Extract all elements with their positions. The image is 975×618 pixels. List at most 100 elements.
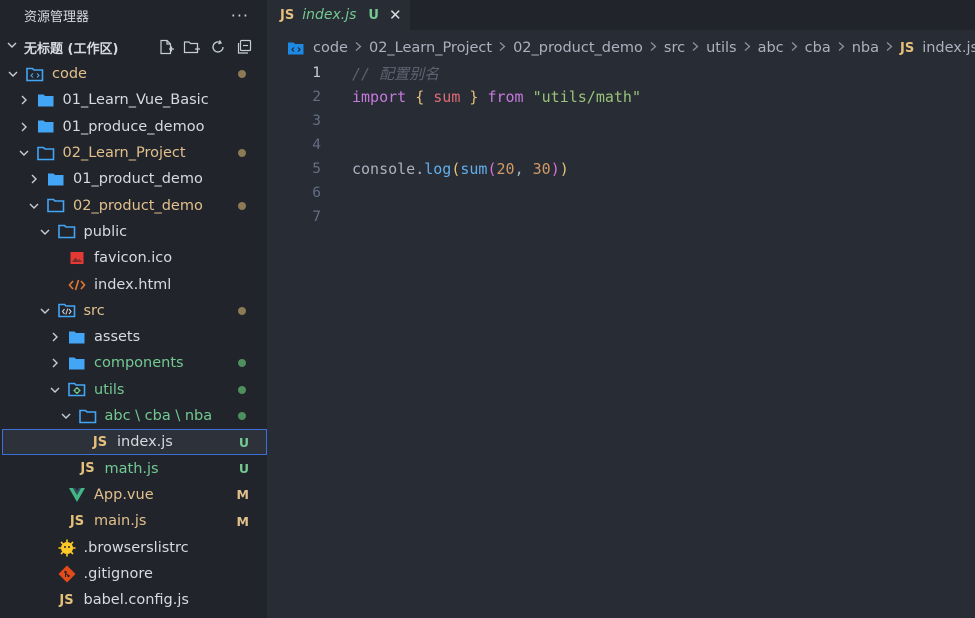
code-token: "utils/math" — [532, 88, 641, 106]
code-token: console — [352, 160, 416, 178]
tree-item[interactable]: 02_Learn_Project — [0, 140, 267, 166]
tree-item[interactable]: JS math.js U — [0, 456, 267, 482]
chevron-down-icon[interactable] — [59, 409, 73, 423]
code-token: import — [352, 88, 407, 106]
tree-item[interactable]: components — [0, 350, 267, 376]
code-line[interactable]: 2 import { sum } from "utils/math" — [267, 85, 975, 109]
folder-src-icon — [57, 303, 76, 319]
vue-file-icon — [68, 487, 86, 503]
tree-item[interactable]: 01_Learn_Vue_Basic — [0, 87, 267, 113]
tree-item[interactable]: .gitignore — [0, 561, 267, 587]
tree-item[interactable]: public — [0, 219, 267, 245]
tree-item[interactable]: JS index.js U — [2, 429, 267, 456]
breadcrumb-item[interactable]: cba — [805, 40, 831, 56]
code-text: // 配置别名 — [321, 63, 439, 84]
line-number: 3 — [312, 113, 321, 129]
tab-index-js[interactable]: JS index.js U ✕ — [267, 0, 410, 30]
tree-item-label: index.html — [94, 276, 172, 293]
breadcrumb-item[interactable]: JS index.js — [900, 40, 975, 56]
line-number: 6 — [312, 185, 321, 201]
tree-item[interactable]: JS main.js M — [0, 508, 267, 534]
image-file-icon — [68, 250, 86, 266]
breadcrumb-item[interactable]: utils — [706, 40, 737, 56]
tree-item[interactable]: utils — [0, 377, 267, 403]
workspace-row[interactable]: 无标题 (工作区) — [0, 30, 267, 64]
tree-item-label: .browserslistrc — [83, 539, 189, 556]
refresh-icon[interactable] — [209, 38, 227, 56]
status-dot — [238, 306, 246, 315]
tree-item[interactable]: favicon.ico — [0, 245, 267, 271]
tree-item-label: favicon.ico — [94, 250, 173, 267]
tree-item-label: components — [94, 355, 184, 372]
chevron-right-icon[interactable] — [27, 172, 41, 186]
breadcrumb-item[interactable]: 02_Learn_Project — [369, 40, 492, 56]
code-token: ( — [487, 160, 497, 178]
tree-item[interactable]: .browserslistrc — [0, 534, 267, 560]
code-line[interactable]: 1 // 配置别名 — [267, 61, 975, 85]
chevron-down-icon[interactable] — [17, 146, 31, 160]
chevron-down-icon[interactable] — [38, 304, 52, 318]
breadcrumb-label: 02_product_demo — [513, 40, 643, 56]
chevron-down-icon[interactable] — [48, 383, 62, 397]
code-token: sum — [460, 160, 488, 178]
code-line[interactable]: 6 — [267, 181, 975, 205]
new-file-icon[interactable] — [157, 38, 175, 56]
folder-src-icon — [287, 41, 305, 56]
tree-item[interactable]: abc \ cba \ nba — [0, 403, 267, 429]
breadcrumb-item[interactable]: code — [287, 40, 348, 56]
chevron-down-icon[interactable] — [6, 67, 20, 81]
code-line[interactable]: 3 — [267, 109, 975, 133]
tree-item-label: math.js — [104, 460, 159, 477]
tree-item-label: 02_product_demo — [73, 197, 203, 214]
collapse-all-icon[interactable] — [235, 38, 253, 56]
chevron-down-icon[interactable] — [27, 199, 41, 213]
chevron-right-icon[interactable] — [17, 93, 31, 107]
tree-item-label: 01_Learn_Vue_Basic — [62, 92, 209, 109]
new-folder-icon[interactable] — [183, 38, 201, 56]
chevron-right-icon[interactable] — [48, 330, 62, 344]
code-line[interactable]: 5 console.log(sum(20, 30)) — [267, 157, 975, 181]
js-file-icon: JS — [69, 513, 85, 529]
chevron-right-icon[interactable] — [17, 120, 31, 134]
js-file-icon: JS — [899, 40, 915, 56]
chevron-down-icon[interactable] — [38, 225, 52, 239]
tree-item[interactable]: 02_product_demo — [0, 193, 267, 219]
breadcrumb-item[interactable]: 02_product_demo — [513, 40, 643, 56]
tree-item[interactable]: App.vue M — [0, 482, 267, 508]
tree-item[interactable]: index.html — [0, 271, 267, 297]
breadcrumb-item[interactable]: nba — [852, 40, 879, 56]
breadcrumb-label: cba — [804, 40, 831, 56]
tree-item[interactable]: assets — [0, 324, 267, 350]
tree-item[interactable]: code — [0, 61, 267, 87]
code-line[interactable]: 4 — [267, 133, 975, 157]
tree-item-label: main.js — [94, 513, 147, 530]
tree-item[interactable]: 01_produce_demoo — [0, 114, 267, 140]
breadcrumb-item[interactable]: abc — [758, 40, 784, 56]
tree-item[interactable]: 01_product_demo — [0, 166, 267, 192]
folder-icon — [37, 92, 55, 108]
breadcrumb-label: index.js — [922, 40, 975, 56]
explorer-title: 资源管理器 — [24, 9, 90, 25]
chevron-right-icon — [649, 41, 658, 56]
code-line[interactable]: 7 — [267, 205, 975, 229]
tree-item-label: src — [83, 302, 105, 319]
code-text: import { sum } from "utils/math" — [321, 88, 641, 106]
breadcrumb-item[interactable]: src — [664, 40, 685, 56]
tree-item[interactable]: JS babel.config.js — [0, 587, 267, 613]
workspace-title: 无标题 (工作区) — [24, 41, 119, 57]
js-file-icon: JS — [59, 592, 74, 608]
chevron-down-icon[interactable] — [6, 39, 20, 55]
tree-item[interactable]: src — [0, 298, 267, 324]
chevron-right-icon[interactable] — [48, 356, 62, 370]
code-editor[interactable]: 1 // 配置别名 2 import { sum } from "utils/math… — [267, 61, 975, 229]
code-token: 30 — [532, 160, 551, 178]
tree-item-label: public — [83, 223, 128, 240]
git-status-badge: U — [238, 461, 249, 477]
explorer-sidebar: 资源管理器 ··· 无标题 (工作区) code 01_Learn_Vue_Bas… — [0, 0, 267, 618]
tree-item-label: 02_Learn_Project — [62, 145, 186, 162]
status-dot — [238, 149, 246, 158]
untracked-badge: U — [368, 7, 379, 23]
more-actions-icon[interactable]: ··· — [231, 6, 249, 25]
close-icon[interactable]: ✕ — [389, 6, 402, 24]
